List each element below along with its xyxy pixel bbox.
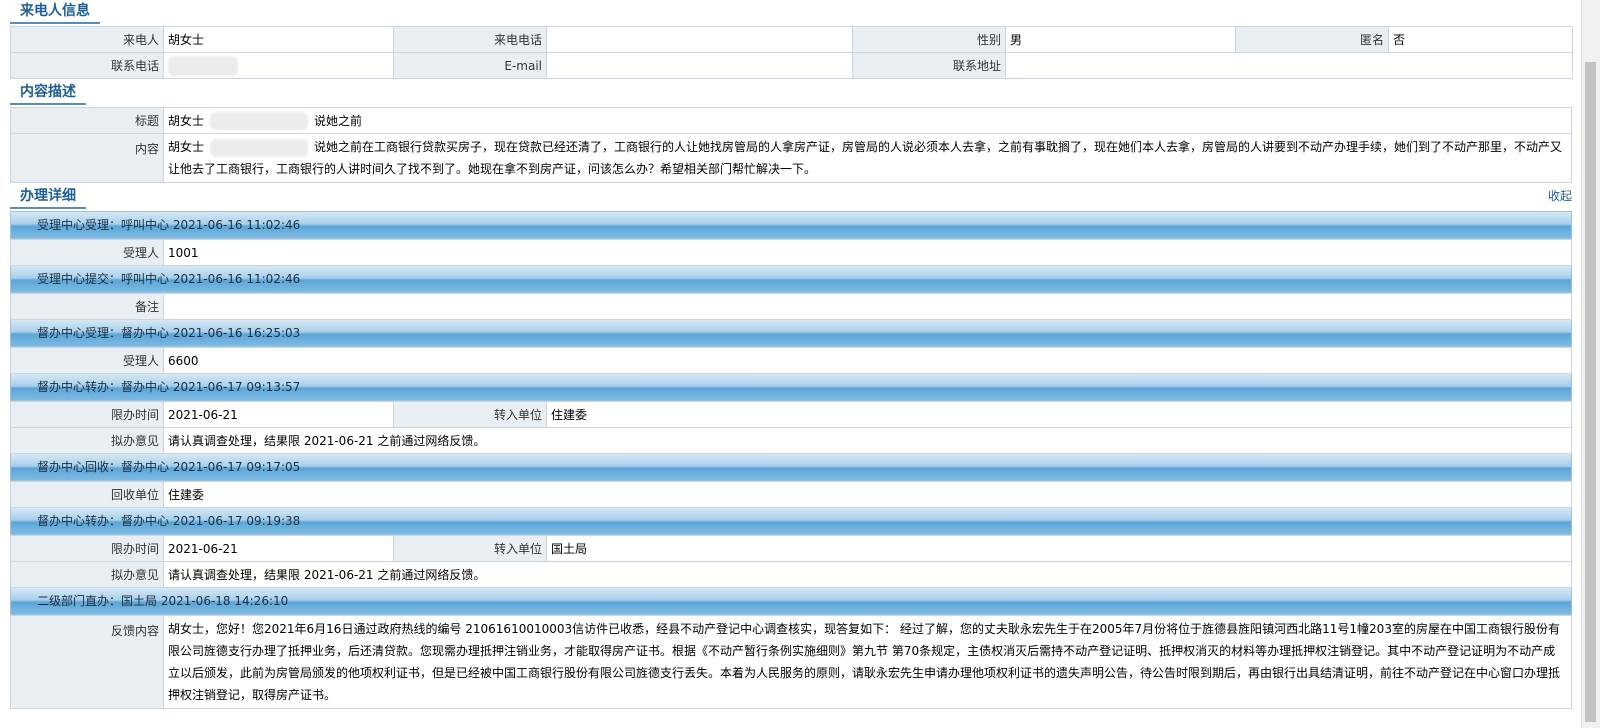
vertical-scrollbar[interactable] xyxy=(1581,0,1600,728)
detail-section-title: 办理详细 收起 xyxy=(10,183,1572,211)
deadline-value: 2021-06-21 xyxy=(163,535,394,562)
opinion-label: 拟办意见 xyxy=(10,561,164,588)
gender-label: 性别 xyxy=(852,26,1006,53)
subject-text-b: 说她之前 xyxy=(314,113,363,128)
caller-row-2: 联系电话 E-mail 联系地址 xyxy=(10,52,1573,79)
contact-phone-label: 联系电话 xyxy=(10,52,164,79)
collapse-link[interactable]: 收起 xyxy=(1548,187,1572,204)
step-header: 督办中心转办：督办中心 2021-06-17 09:13:57 xyxy=(10,374,1572,401)
step-table: 回收单位 住建委 xyxy=(10,481,1572,508)
detail-container: 受理中心受理：呼叫中心 2021-06-16 11:02:46 受理人 1001… xyxy=(10,211,1572,709)
field-value: 6600 xyxy=(163,347,1572,374)
step-header: 督办中心回收：督办中心 2021-06-17 09:17:05 xyxy=(10,454,1572,481)
field-label: 受理人 xyxy=(10,239,164,266)
field-label: 回收单位 xyxy=(10,481,164,508)
redacted-subject xyxy=(210,112,309,130)
email-value xyxy=(546,52,853,79)
contact-phone-value xyxy=(163,52,394,79)
content-section-heading: 内容描述 xyxy=(10,81,86,105)
step-table: 限办时间 2021-06-21 转入单位 住建委 拟办意见 请认真调查处理，结果… xyxy=(10,401,1572,454)
step-header: 受理中心受理：呼叫中心 2021-06-16 11:02:46 xyxy=(10,212,1572,239)
step-header: 督办中心受理：督办中心 2021-06-16 16:25:03 xyxy=(10,320,1572,347)
deadline-value: 2021-06-21 xyxy=(163,401,394,428)
field-value: 住建委 xyxy=(163,481,1572,508)
anonymous-value: 否 xyxy=(1388,26,1573,53)
deadline-label: 限办时间 xyxy=(10,401,164,428)
opinion-value: 请认真调查处理，结果限 2021-06-21 之前通过网络反馈。 xyxy=(163,561,1572,588)
field-label: 受理人 xyxy=(10,347,164,374)
detail-section-heading: 办理详细 xyxy=(10,185,86,209)
subject-row: 标题 胡女士 说她之前 xyxy=(10,107,1572,134)
step-table: 限办时间 2021-06-21 转入单位 国土局 拟办意见 请认真调查处理，结果… xyxy=(10,535,1572,588)
subject-text-a: 胡女士 xyxy=(168,113,205,128)
content-text-b: 说她之前在工商银行贷款买房子，现在贷款已经还清了，工商银行的人让她找房管局的人拿… xyxy=(168,140,1563,176)
transfer-unit-label: 转入单位 xyxy=(393,535,547,562)
caller-name-label: 来电人 xyxy=(10,26,164,53)
anonymous-label: 匿名 xyxy=(1235,26,1389,53)
caller-section-heading: 来电人信息 xyxy=(10,0,100,24)
subject-value: 胡女士 说她之前 xyxy=(163,107,1572,134)
transfer-unit-value: 国土局 xyxy=(546,535,1572,562)
content-row: 内容 胡女士 说她之前在工商银行贷款买房子，现在贷款已经还清了，工商银行的人让她找… xyxy=(10,133,1572,183)
content-text-a: 胡女士 xyxy=(168,140,205,154)
step-table: 受理人 6600 xyxy=(10,347,1572,374)
transfer-unit-label: 转入单位 xyxy=(393,401,547,428)
opinion-label: 拟办意见 xyxy=(10,427,164,454)
address-value xyxy=(1005,52,1573,79)
opinion-value: 请认真调查处理，结果限 2021-06-21 之前通过网络反馈。 xyxy=(163,427,1572,454)
deadline-label: 限办时间 xyxy=(10,535,164,562)
scrollbar-thumb[interactable] xyxy=(1585,62,1596,722)
transfer-unit-value: 住建委 xyxy=(546,401,1572,428)
address-label: 联系地址 xyxy=(852,52,1006,79)
caller-name-value: 胡女士 xyxy=(163,26,394,53)
step-table: 备注 xyxy=(10,293,1572,320)
content-label: 内容 xyxy=(10,133,164,183)
field-value xyxy=(163,293,1572,320)
feedback-value: 胡女士，您好！您2021年6月16日通过政府热线的编号 210616100100… xyxy=(163,615,1572,709)
gender-value: 男 xyxy=(1005,26,1236,53)
caller-phone-label: 来电电话 xyxy=(393,26,547,53)
caller-row-1: 来电人 胡女士 来电电话 性别 男 匿名 否 xyxy=(10,26,1573,53)
caller-info-table: 来电人 胡女士 来电电话 性别 男 匿名 否 联系电话 E-mail 联系地址 xyxy=(10,26,1573,79)
content-table: 标题 胡女士 说她之前 内容 胡女士 说她之前在工商银行贷款买房子，现在贷款已经还清… xyxy=(10,107,1572,183)
step-header: 督办中心转办：督办中心 2021-06-17 09:19:38 xyxy=(10,508,1572,535)
field-label: 备注 xyxy=(10,293,164,320)
step-table: 反馈内容 胡女士，您好！您2021年6月16日通过政府热线的编号 2106161… xyxy=(10,615,1572,709)
field-value: 1001 xyxy=(163,239,1572,266)
caller-section-title: 来电人信息 xyxy=(10,0,1572,26)
redacted-content xyxy=(210,138,309,157)
caller-phone-value xyxy=(546,26,853,53)
content-section-title: 内容描述 xyxy=(10,79,1572,107)
page-content: 来电人信息 来电人 胡女士 来电电话 性别 男 匿名 否 联系电话 E-mail… xyxy=(10,0,1573,709)
email-label: E-mail xyxy=(393,52,547,79)
content-value: 胡女士 说她之前在工商银行贷款买房子，现在贷款已经还清了，工商银行的人让她找房管局… xyxy=(163,133,1572,183)
step-table: 受理人 1001 xyxy=(10,239,1572,266)
step-header: 二级部门直办：国土局 2021-06-18 14:26:10 xyxy=(10,588,1572,615)
step-header: 受理中心提交：呼叫中心 2021-06-16 11:02:46 xyxy=(10,266,1572,293)
feedback-label: 反馈内容 xyxy=(10,615,164,709)
subject-label: 标题 xyxy=(10,107,164,134)
redacted-phone xyxy=(168,56,238,76)
